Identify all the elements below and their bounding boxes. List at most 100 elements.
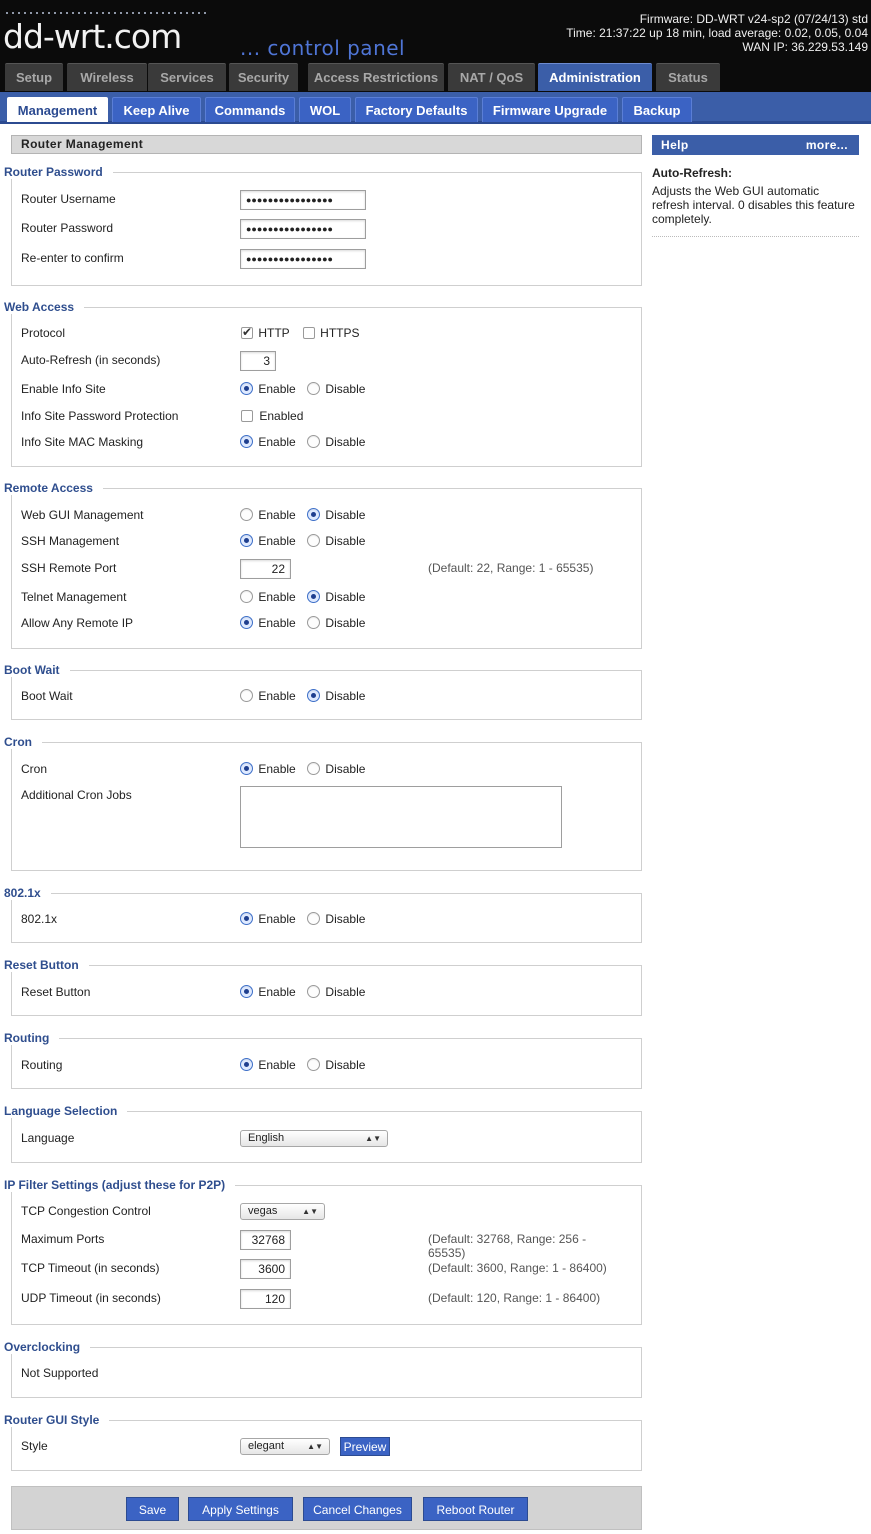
mac-masking-enable-radio[interactable] [240,435,253,448]
cancel-changes-button[interactable]: Cancel Changes [303,1497,412,1521]
save-button[interactable]: Save [126,1497,179,1521]
udp-timeout-label: UDP Timeout (in seconds) [21,1291,161,1305]
webgui-disable-radio[interactable] [307,508,321,521]
tab-nat-qos[interactable]: NAT / QoS [448,63,535,91]
tab-status[interactable]: Status [656,63,720,91]
cron-enable-radio[interactable] [240,762,253,775]
disable-label: Disable [325,590,366,604]
tcp-timeout-note: (Default: 3600, Range: 1 - 86400) [428,1261,607,1275]
help-more-link[interactable]: more... [806,135,848,155]
ssh-disable-radio[interactable] [307,534,321,547]
disable-label: Disable [325,689,366,703]
cron-jobs-textarea[interactable] [240,786,562,848]
help-header: Help more... [652,135,859,155]
disable-label: Disable [325,985,366,999]
tcp-timeout-label: TCP Timeout (in seconds) [21,1261,160,1275]
language-title: Language Selection [4,1104,128,1118]
select-arrows-icon: ▲▼ [365,1134,381,1143]
info-site-disable-radio[interactable] [307,382,321,395]
overclocking-title: Overclocking [4,1340,91,1354]
ssh-port-input[interactable]: 22 [240,559,291,579]
remote-access-title: Remote Access [4,481,103,495]
boot-wait-title: Boot Wait [4,663,70,677]
telnet-enable-radio[interactable] [240,590,253,603]
enable-label: Enable [258,435,296,449]
routing-label: Routing [21,1058,63,1072]
telnet-label: Telnet Management [21,590,127,604]
subtab-factory-defaults[interactable]: Factory Defaults [355,97,478,122]
action-bar: Save Apply Settings Cancel Changes Reboo… [11,1486,642,1530]
ssh-enable-radio[interactable] [240,534,253,547]
subtab-backup[interactable]: Backup [622,97,692,122]
tab-security[interactable]: Security [229,63,298,91]
disable-label: Disable [325,1058,366,1072]
mac-masking-disable-radio[interactable] [307,435,321,448]
info-site-options: Enable Disable [240,382,365,396]
apply-settings-button[interactable]: Apply Settings [188,1497,293,1521]
uptime: Time: 21:37:22 up 18 min, load average: … [566,26,868,40]
info-site-enable-radio[interactable] [240,382,253,395]
subtab-firmware-upgrade[interactable]: Firmware Upgrade [482,97,618,122]
boot-wait-disable-radio[interactable] [307,689,321,702]
routing-disable-radio[interactable] [307,1058,321,1071]
subtab-management[interactable]: Management [7,97,108,122]
reboot-router-button[interactable]: Reboot Router [423,1497,528,1521]
autorefresh-input[interactable]: 3 [240,351,276,371]
web-access-title: Web Access [4,300,85,314]
tab-wireless[interactable]: Wireless [67,63,147,91]
telnet-disable-radio[interactable] [307,590,321,603]
webgui-options: Enable Disable [240,508,365,522]
enable-label: Enable [258,762,296,776]
tab-services[interactable]: Services [148,63,226,91]
router-username-label: Router Username [21,192,116,206]
subtab-wol[interactable]: WOL [299,97,351,122]
dot1x-disable-radio[interactable] [307,912,321,925]
subtab-keep-alive[interactable]: Keep Alive [112,97,201,122]
ssh-label: SSH Management [21,534,120,548]
routing-enable-radio[interactable] [240,1058,253,1071]
webgui-enable-radio[interactable] [240,508,253,521]
tab-access-restrictions[interactable]: Access Restrictions [308,63,444,91]
preview-button[interactable]: Preview [340,1437,390,1456]
router-password-label: Router Password [21,221,114,235]
cron-disable-radio[interactable] [307,762,321,775]
any-ip-options: Enable Disable [240,616,365,630]
tab-setup[interactable]: Setup [5,63,63,91]
dot1x-enable-radio[interactable] [240,912,253,925]
any-ip-enable-radio[interactable] [240,616,253,629]
boot-wait-enable-radio[interactable] [240,689,253,702]
tcp-cc-select[interactable]: vegas ▲▼ [240,1203,325,1220]
system-info: Firmware: DD-WRT v24-sp2 (07/24/13) std … [566,12,868,54]
cron-label: Cron [21,762,48,776]
cron-options: Enable Disable [240,762,365,776]
reset-enable-radio[interactable] [240,985,253,998]
select-arrows-icon: ▲▼ [307,1442,323,1451]
page-header: dd-wrt.com ... control panel Firmware: D… [0,0,871,92]
tab-administration[interactable]: Administration [538,63,652,91]
router-password-input[interactable]: ●●●●●●●●●●●●●●●● [240,219,366,239]
any-ip-disable-radio[interactable] [307,616,321,629]
overclocking-value: Not Supported [21,1366,99,1380]
tcp-timeout-input[interactable]: 3600 [240,1259,291,1279]
webgui-label: Web GUI Management [21,508,144,522]
style-select[interactable]: elegant ▲▼ [240,1438,330,1455]
language-select[interactable]: English ▲▼ [240,1130,388,1147]
http-checkbox[interactable] [241,325,253,339]
enable-label: Enable [258,508,296,522]
udp-timeout-input[interactable]: 120 [240,1289,291,1309]
info-password-checkbox[interactable] [241,410,253,422]
routing-title: Routing [4,1031,60,1045]
help-title: Help [661,138,689,152]
boot-wait-options: Enable Disable [240,689,365,703]
subtab-commands[interactable]: Commands [205,97,295,122]
language-value: English [248,1132,285,1144]
confirm-password-input[interactable]: ●●●●●●●●●●●●●●●● [240,249,366,269]
max-ports-input[interactable]: 32768 [240,1230,291,1250]
language-label: Language [21,1131,75,1145]
select-arrows-icon: ▲▼ [302,1207,318,1216]
router-username-input[interactable]: ●●●●●●●●●●●●●●●● [240,190,366,210]
max-ports-note-line1: (Default: 32768, Range: 256 - [428,1232,587,1246]
reset-disable-radio[interactable] [307,985,321,998]
https-checkbox[interactable] [302,327,315,339]
dot1x-label: 802.1x [21,912,58,926]
